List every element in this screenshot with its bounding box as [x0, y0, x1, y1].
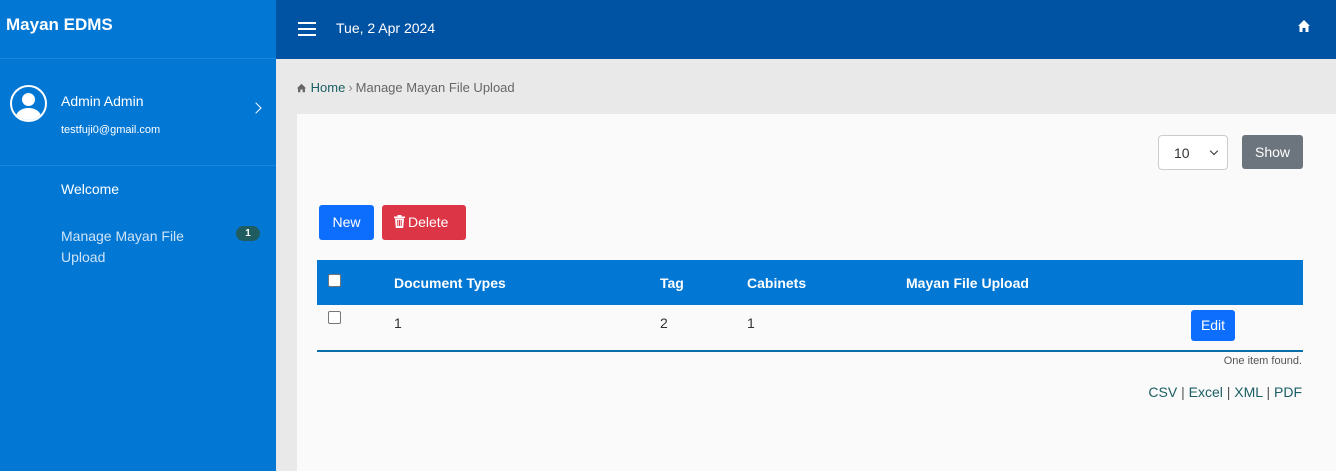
column-cabinets[interactable]: Cabinets — [747, 275, 806, 291]
show-button[interactable]: Show — [1242, 135, 1303, 169]
breadcrumb-home-link[interactable]: Home — [311, 80, 346, 95]
column-document-types[interactable]: Document Types — [394, 275, 506, 291]
export-excel-link[interactable]: Excel — [1189, 384, 1223, 400]
cell-cabinets: 1 — [747, 315, 755, 331]
home-icon[interactable] — [1297, 19, 1311, 33]
trash-icon — [394, 215, 405, 228]
column-mayan-file-upload[interactable]: Mayan File Upload — [906, 275, 1029, 291]
per-page-value: 10 — [1174, 145, 1190, 161]
export-pdf-link[interactable]: PDF — [1274, 384, 1302, 400]
row-checkbox[interactable] — [328, 311, 341, 324]
chevron-down-icon — [1209, 146, 1219, 156]
current-date: Tue, 2 Apr 2024 — [336, 20, 436, 36]
user-name: Admin Admin — [61, 93, 144, 109]
per-page-select[interactable]: 10 — [1158, 135, 1228, 170]
home-icon — [296, 83, 307, 93]
sidebar-item-welcome[interactable]: Welcome — [61, 181, 119, 197]
menu-icon[interactable] — [298, 22, 316, 36]
app-title[interactable]: Mayan EDMS — [0, 0, 276, 59]
chevron-right-icon[interactable] — [250, 102, 262, 114]
export-links: CSV | Excel | XML | PDF — [1148, 384, 1302, 400]
top-bar: Tue, 2 Apr 2024 — [276, 0, 1336, 59]
user-panel[interactable]: Admin Admin testfuji0@gmail.com — [0, 59, 276, 166]
table-summary: One item found. — [1223, 355, 1302, 367]
user-email: testfuji0@gmail.com — [61, 124, 161, 136]
export-csv-link[interactable]: CSV — [1148, 384, 1177, 400]
edit-button[interactable]: Edit — [1191, 310, 1235, 341]
sidebar: Mayan EDMS Admin Admin testfuji0@gmail.c… — [0, 0, 276, 471]
delete-button[interactable]: Delete — [382, 205, 466, 240]
avatar-icon — [10, 85, 47, 122]
select-all-checkbox[interactable] — [328, 274, 341, 287]
table-row: 1 2 1 Edit — [317, 305, 1303, 352]
count-badge: 1 — [236, 226, 260, 241]
cell-tag: 2 — [660, 315, 668, 331]
export-xml-link[interactable]: XML — [1234, 384, 1262, 400]
breadcrumb-separator: › — [348, 80, 353, 95]
table-header: Document Types Tag Cabinets Mayan File U… — [317, 260, 1303, 305]
new-button[interactable]: New — [319, 205, 374, 240]
breadcrumb: Home › Manage Mayan File Upload — [296, 80, 515, 95]
breadcrumb-current: Manage Mayan File Upload — [355, 80, 515, 95]
delete-label: Delete — [408, 214, 449, 230]
cell-document-types: 1 — [394, 315, 402, 331]
column-tag[interactable]: Tag — [660, 275, 684, 291]
sidebar-item-manage-upload[interactable]: Manage Mayan File Upload — [61, 226, 211, 268]
